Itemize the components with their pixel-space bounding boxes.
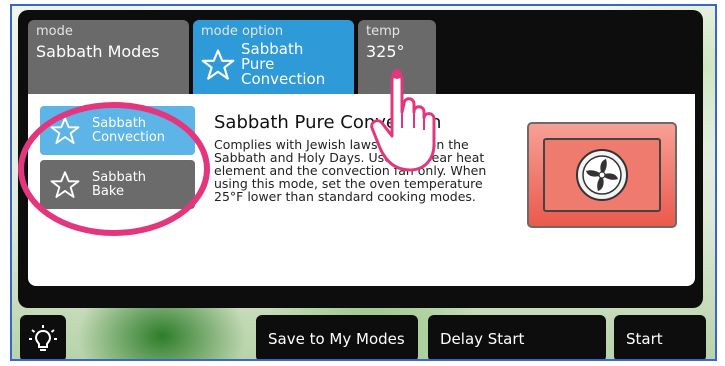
annotation-circle	[18, 102, 210, 236]
tab-mode-option-value: Sabbath Pure Convection	[241, 42, 325, 87]
light-bulb-icon	[29, 324, 57, 351]
tab-mode[interactable]: mode Sabbath Modes	[28, 20, 189, 94]
tab-mode-option[interactable]: mode option Sabbath Pure Convection	[193, 20, 354, 94]
tab-mode-value: Sabbath Modes	[36, 42, 160, 61]
description-line: 25°F lower than standard cooking modes.	[214, 189, 476, 204]
tab-mode-option-row: Sabbath Pure Convection	[201, 42, 346, 87]
mode-description: Complies with Jewish laws for use on the…	[214, 138, 514, 203]
convection-fan-icon	[576, 149, 628, 201]
pointing-hand-icon	[370, 69, 436, 172]
oven-illustration	[527, 122, 677, 228]
start-button[interactable]: Start	[614, 315, 706, 359]
delay-start-button[interactable]: Delay Start	[428, 315, 606, 359]
tab-mode-option-caption: mode option	[201, 24, 284, 39]
oven-screen: mode Sabbath Modes mode option Sabbath P…	[10, 4, 717, 361]
tab-mode-option-line: Convection	[241, 70, 326, 88]
tab-temp-caption: temp	[366, 24, 401, 39]
tab-mode-caption: mode	[36, 24, 73, 39]
save-to-my-modes-button[interactable]: Save to My Modes	[256, 315, 418, 359]
oven-window	[543, 138, 661, 212]
tab-temp-value: 325°	[366, 42, 405, 61]
light-button[interactable]	[20, 315, 66, 359]
star-icon	[201, 48, 235, 80]
